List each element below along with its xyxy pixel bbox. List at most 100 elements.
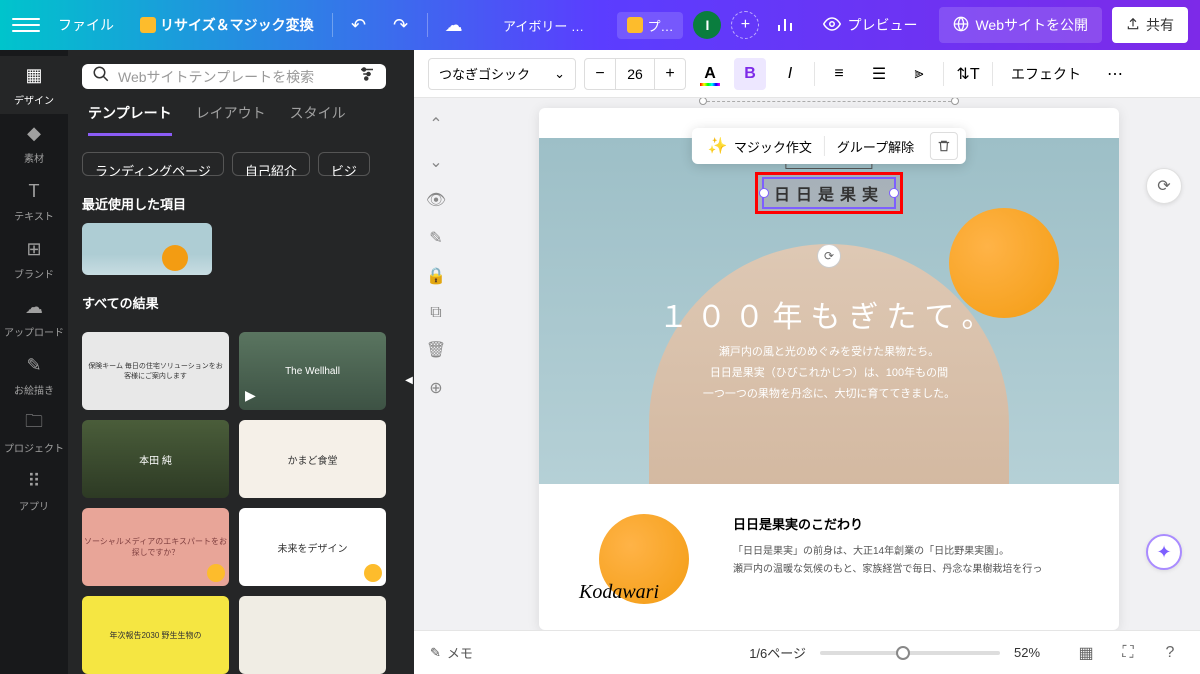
rail-draw[interactable]: ✎お絵描き xyxy=(0,346,68,404)
add-page-icon[interactable]: ⊕ xyxy=(429,378,442,398)
help-icon[interactable]: ? xyxy=(1156,639,1184,667)
menu-icon[interactable] xyxy=(12,11,40,39)
ruler-handle-icon[interactable] xyxy=(951,98,959,105)
tab-templates[interactable]: テンプレート xyxy=(88,103,172,136)
share-button[interactable]: 共有 xyxy=(1112,7,1188,43)
decrease-size-button[interactable]: − xyxy=(585,59,615,89)
rotate-handle-icon[interactable]: ⟳ xyxy=(817,244,841,268)
resize-magic-button[interactable]: リサイズ＆マジック変換 xyxy=(132,9,322,41)
search-bar xyxy=(82,64,386,89)
delete-button[interactable] xyxy=(930,132,958,160)
italic-button[interactable]: I xyxy=(774,58,806,90)
bold-button[interactable]: B xyxy=(734,58,766,90)
notes-label: メモ xyxy=(447,643,473,662)
page-canvas[interactable]: ORE KA ✨ マジック作文 グループ解除 xyxy=(539,108,1119,630)
chevron-up-icon[interactable]: ⌃ xyxy=(429,114,442,134)
more-icon[interactable]: ⋯ xyxy=(1099,58,1131,90)
ai-sparkle-button[interactable]: ✦ xyxy=(1146,534,1182,570)
search-input[interactable] xyxy=(118,69,350,85)
template-thumb[interactable]: 保険キーム 毎日の住宅ソリューションをお客様にご案内します xyxy=(82,332,229,410)
hero-title[interactable]: １００年もぎたて。 xyxy=(539,292,1119,336)
rail-design[interactable]: ▦デザイン xyxy=(0,56,68,114)
hero-description[interactable]: 瀬戸内の風と光のめぐみを受けた果物たち。 日日是果実（ひびこれかじつ）は、100… xyxy=(539,342,1119,405)
comment-icon[interactable]: ✎ xyxy=(429,228,442,248)
analytics-icon[interactable] xyxy=(769,9,801,41)
grid-view-icon[interactable]: ▦ xyxy=(1072,639,1100,667)
list-button[interactable]: ☰ xyxy=(863,58,895,90)
chip-landing[interactable]: ランディングページ xyxy=(82,152,224,176)
selection-handles[interactable]: 日日是果実 xyxy=(762,177,896,209)
zoom-slider[interactable] xyxy=(820,651,1000,655)
pro-button[interactable]: プ… xyxy=(617,12,683,39)
spacing-button[interactable]: ⫸ xyxy=(903,58,935,90)
increase-size-button[interactable]: + xyxy=(655,59,685,89)
chip-self-intro[interactable]: 自己紹介 xyxy=(232,152,310,176)
template-thumb[interactable]: かまど食堂 xyxy=(239,420,386,498)
pro-label: プ… xyxy=(647,16,673,35)
undo-icon[interactable]: ↶ xyxy=(343,9,375,41)
chip-business[interactable]: ビジ xyxy=(318,152,370,176)
resize-label: リサイズ＆マジック変換 xyxy=(160,15,314,35)
rail-project[interactable]: 🗀プロジェクト xyxy=(0,404,68,462)
template-thumb[interactable]: 本田 純 xyxy=(82,420,229,498)
template-thumb[interactable]: 未来をデザイン xyxy=(239,508,386,586)
avatar[interactable]: I xyxy=(693,11,721,39)
lock-icon[interactable]: 🔒 xyxy=(426,266,446,286)
top-menu-bar: ファイル リサイズ＆マジック変換 ↶ ↷ ☁ アイボリー … プ… I + プレ… xyxy=(0,0,1200,50)
thumb-label: かまど食堂 xyxy=(288,452,338,467)
notes-icon: ✎ xyxy=(430,645,441,661)
tab-layouts[interactable]: レイアウト xyxy=(196,103,266,136)
canvas-scroll[interactable]: ORE KA ✨ マジック作文 グループ解除 xyxy=(458,98,1200,630)
recent-template-thumb[interactable] xyxy=(82,223,212,275)
font-size-input[interactable] xyxy=(615,59,655,89)
fullscreen-icon[interactable]: ⛶ xyxy=(1114,639,1142,667)
template-thumb[interactable]: ソーシャルメディアのエキスパートをお探しですか？ xyxy=(82,508,229,586)
brand-title[interactable]: 日日是果実 xyxy=(774,187,884,204)
file-menu[interactable]: ファイル xyxy=(50,9,122,41)
rail-brand[interactable]: ⊞ブランド xyxy=(0,230,68,288)
document-title[interactable]: アイボリー … xyxy=(480,16,608,35)
upload-icon: ☁ xyxy=(22,296,46,320)
magic-write-button[interactable]: ✨ マジック作文 xyxy=(696,128,824,164)
add-member-icon[interactable]: + xyxy=(731,11,759,39)
effects-button[interactable]: エフェクト xyxy=(1001,64,1091,84)
kodawari-text[interactable]: 日日是果実のこだわり 「日日是果実」の前身は、大正14年創業の「日比野果実園」。… xyxy=(733,514,1042,614)
tab-styles[interactable]: スタイル xyxy=(290,103,346,136)
hero-line: 一つ一つの果物を丹念に、大切に育ててきました。 xyxy=(539,384,1119,405)
rail-text[interactable]: Tテキスト xyxy=(0,172,68,230)
ungroup-button[interactable]: グループ解除 xyxy=(825,128,926,164)
redo-icon[interactable]: ↷ xyxy=(385,9,417,41)
cursive-label: Kodawari xyxy=(579,581,659,604)
text-color-button[interactable]: A xyxy=(694,58,726,90)
duplicate-icon[interactable]: ⧉ xyxy=(430,304,441,322)
reload-button[interactable]: ⟳ xyxy=(1146,168,1182,204)
notes-button[interactable]: ✎ メモ xyxy=(430,643,473,662)
eye-off-icon[interactable]: 👁 xyxy=(426,190,446,210)
template-thumb[interactable]: The Wellhall▶ xyxy=(239,332,386,410)
orange-icon xyxy=(162,245,188,271)
align-button[interactable]: ≡ xyxy=(823,58,855,90)
page-indicator[interactable]: 1/6ページ xyxy=(749,643,806,662)
selected-text-element[interactable]: 日日是果実 xyxy=(755,172,903,214)
trash-icon[interactable]: 🗑 xyxy=(426,340,446,360)
ruler-handle-icon[interactable] xyxy=(699,98,707,105)
filter-icon[interactable] xyxy=(358,65,376,88)
rail-apps[interactable]: ⠿アプリ xyxy=(0,462,68,520)
template-thumb[interactable] xyxy=(239,596,386,674)
zoom-thumb[interactable] xyxy=(896,646,910,660)
rail-upload[interactable]: ☁アップロード xyxy=(0,288,68,346)
kodawari-image[interactable]: Kodawari xyxy=(579,514,709,614)
zoom-value[interactable]: 52% xyxy=(1014,645,1058,660)
font-select[interactable]: つなぎゴシック ⌄ xyxy=(428,58,576,90)
rail-elements[interactable]: ◆素材 xyxy=(0,114,68,172)
template-thumb[interactable]: 年次報告2030 野生生物の xyxy=(82,596,229,674)
preview-button[interactable]: プレビュー xyxy=(811,9,929,42)
thumb-label: 保険キーム 毎日の住宅ソリューションをお客様にご案内します xyxy=(82,357,229,385)
ruler-line xyxy=(707,101,951,102)
cloud-sync-icon[interactable]: ☁ xyxy=(438,9,470,41)
vertical-text-button[interactable]: ⇅T xyxy=(952,58,984,90)
publish-button[interactable]: Webサイトを公開 xyxy=(939,7,1102,43)
rail-label: お絵描き xyxy=(14,382,54,397)
rail-label: プロジェクト xyxy=(4,440,64,455)
chevron-down-icon[interactable]: ⌄ xyxy=(429,152,442,172)
